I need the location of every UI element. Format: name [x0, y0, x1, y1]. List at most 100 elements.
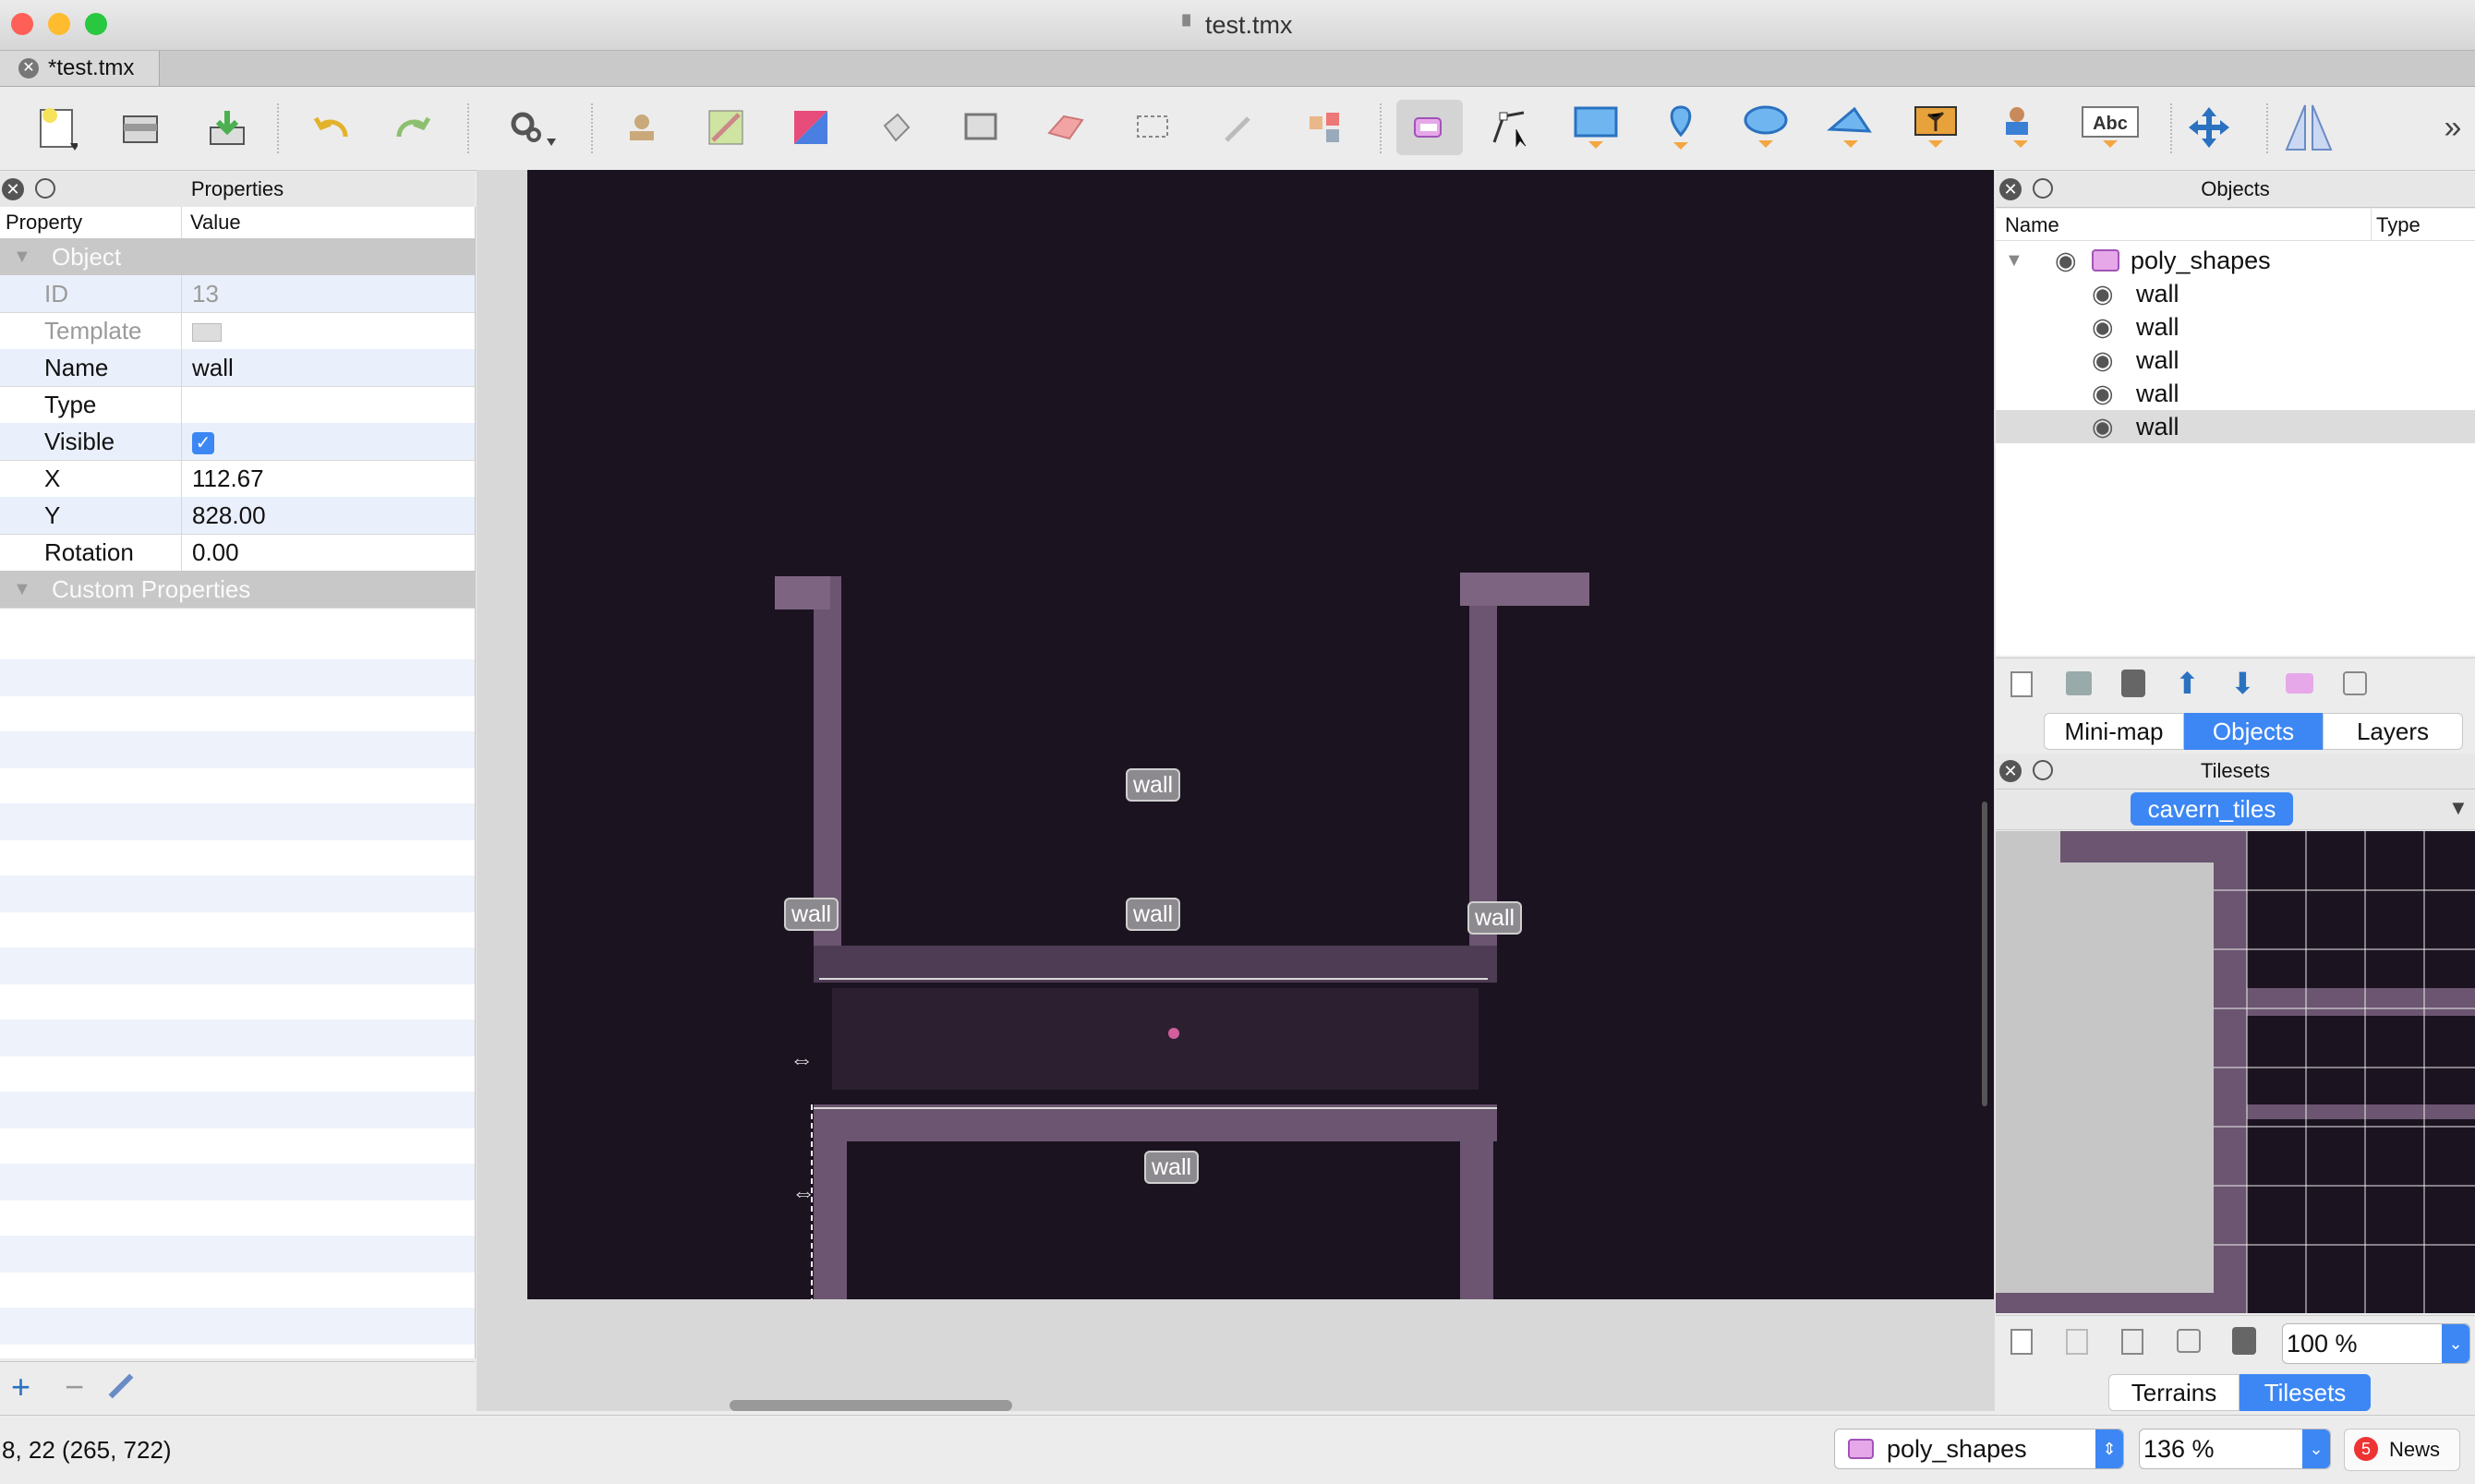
select-same-tile-button[interactable] — [1297, 100, 1352, 155]
group-custom-properties[interactable]: ▼ Custom Properties — [0, 571, 475, 609]
insert-point-button[interactable] — [1653, 100, 1708, 155]
eye-icon[interactable]: ◉ — [2092, 410, 2114, 443]
move-tool-button[interactable] — [2181, 100, 2237, 155]
remove-tileset-icon[interactable] — [2232, 1327, 2256, 1355]
group-object[interactable]: ▼ Object — [0, 238, 475, 276]
insert-tile-button[interactable] — [1908, 100, 1963, 155]
tab-terrains[interactable]: Terrains — [2108, 1374, 2240, 1411]
toolbar-overflow-button[interactable]: » — [2434, 100, 2471, 155]
eye-icon[interactable]: ◉ — [2055, 244, 2077, 277]
move-up-icon[interactable]: ⬆ — [2175, 666, 2200, 701]
flip-button[interactable] — [2281, 100, 2336, 155]
property-value[interactable]: 0.00 — [192, 534, 239, 571]
close-tab-icon[interactable]: ✕ — [18, 58, 39, 78]
add-property-icon[interactable]: + — [11, 1368, 30, 1406]
magic-wand-button[interactable] — [1210, 100, 1265, 155]
property-row-visible[interactable]: Visible ✓ — [0, 423, 475, 461]
remove-property-icon[interactable]: − — [65, 1368, 84, 1406]
property-row-template[interactable]: Template — [0, 312, 475, 350]
close-panel-icon[interactable]: ✕ — [1999, 760, 2022, 782]
new-map-button[interactable] — [30, 100, 85, 155]
stamp-brush-button[interactable] — [613, 100, 669, 155]
terrain-brush-button[interactable] — [698, 100, 754, 155]
insert-polygon-button[interactable] — [1823, 100, 1878, 155]
chevron-down-icon[interactable]: ⌄ — [2302, 1430, 2330, 1468]
property-value[interactable]: wall — [192, 349, 234, 386]
insert-rectangle-button[interactable] — [1568, 100, 1624, 155]
float-panel-icon[interactable] — [2033, 760, 2053, 780]
property-value[interactable]: 112.67 — [192, 460, 264, 497]
bucket-fill-button[interactable] — [868, 100, 924, 155]
resize-handle-icon[interactable]: ⇔ — [790, 1045, 814, 1074]
new-layer-icon[interactable] — [2010, 671, 2033, 697]
edit-polygons-button[interactable] — [1483, 100, 1539, 155]
new-tileset-icon[interactable] — [2010, 1329, 2033, 1355]
layer-select[interactable]: poly_shapes ⇕ — [1834, 1429, 2124, 1469]
object-row-selected[interactable]: ◉ wall — [1996, 410, 2475, 443]
document-tab[interactable]: ✕ *test.tmx — [0, 51, 160, 86]
property-value[interactable]: 828.00 — [192, 497, 266, 534]
visible-checkbox[interactable]: ✓ — [192, 423, 214, 460]
move-down-icon[interactable]: ⬇ — [2230, 666, 2255, 701]
object-label[interactable]: wall — [1144, 1151, 1200, 1184]
layer-row[interactable]: ▼ ◉ poly_shapes — [1996, 244, 2475, 277]
eye-icon[interactable]: ◉ — [2092, 277, 2114, 310]
move-to-layer-icon[interactable] — [2286, 673, 2313, 694]
insert-text-button[interactable]: Abc — [2078, 100, 2143, 155]
tab-tilesets[interactable]: Tilesets — [2240, 1374, 2371, 1411]
zoom-select[interactable]: 136 % ⌄ — [2139, 1429, 2331, 1469]
insert-ellipse-button[interactable] — [1738, 100, 1793, 155]
chevron-down-icon[interactable]: ⌄ — [2442, 1324, 2469, 1363]
property-row-y[interactable]: Y 828.00 — [0, 497, 475, 535]
undo-button[interactable] — [305, 100, 360, 155]
tileset-zoom-combo[interactable]: 100 % ⌄ — [2282, 1323, 2470, 1364]
eye-icon[interactable]: ◉ — [2092, 377, 2114, 410]
tileset-menu-icon[interactable]: ▼ — [2448, 796, 2469, 820]
object-label[interactable]: wall — [1467, 901, 1523, 935]
float-panel-icon[interactable] — [2033, 178, 2053, 199]
select-objects-button[interactable] — [1396, 100, 1463, 155]
open-file-button[interactable] — [113, 100, 168, 155]
tab-mini-map[interactable]: Mini-map — [2044, 713, 2184, 750]
object-row[interactable]: ◉ wall — [1996, 277, 2475, 310]
shape-fill-button[interactable] — [953, 100, 1008, 155]
close-panel-icon[interactable]: ✕ — [2, 178, 24, 200]
object-label[interactable]: wall — [1126, 768, 1181, 802]
eye-icon[interactable]: ◉ — [2092, 344, 2114, 377]
object-row[interactable]: ◉ wall — [1996, 377, 2475, 410]
tileset-properties-icon[interactable] — [2177, 1329, 2201, 1353]
property-row-x[interactable]: X 112.67 — [0, 460, 475, 498]
redo-button[interactable] — [384, 100, 440, 155]
object-label[interactable]: wall — [1126, 898, 1181, 931]
property-row-name[interactable]: Name wall — [0, 349, 475, 387]
property-row-type[interactable]: Type — [0, 386, 475, 424]
rotate-handle-icon[interactable]: ⇔ — [791, 1178, 815, 1207]
property-row-rotation[interactable]: Rotation 0.00 — [0, 534, 475, 572]
export-tileset-icon[interactable] — [2121, 1329, 2143, 1355]
wang-brush-button[interactable] — [783, 100, 839, 155]
object-row[interactable]: ◉ wall — [1996, 344, 2475, 377]
float-panel-icon[interactable] — [35, 178, 55, 199]
tab-layers[interactable]: Layers — [2323, 713, 2463, 750]
rectangular-select-button[interactable] — [1125, 100, 1180, 155]
object-label[interactable]: wall — [784, 898, 839, 931]
commands-button[interactable] — [504, 100, 560, 155]
object-row[interactable]: ◉ wall — [1996, 310, 2475, 344]
horizontal-scrollbar[interactable] — [730, 1400, 1012, 1411]
close-panel-icon[interactable]: ✕ — [1999, 178, 2022, 200]
save-button[interactable] — [199, 100, 255, 155]
up-down-chevron-icon[interactable]: ⇕ — [2095, 1430, 2123, 1468]
expand-triangle-icon[interactable]: ▼ — [2005, 244, 2023, 277]
eye-icon[interactable]: ◉ — [2092, 310, 2114, 344]
object-properties-icon[interactable] — [2343, 671, 2367, 695]
news-button[interactable]: 5 News — [2344, 1429, 2460, 1471]
duplicate-icon[interactable] — [2066, 671, 2092, 695]
insert-template-button[interactable] — [1993, 100, 2048, 155]
rename-property-icon[interactable] — [108, 1373, 134, 1399]
tileset-view[interactable] — [1996, 831, 2475, 1313]
vertical-scrollbar[interactable] — [1982, 802, 1987, 1106]
embed-tileset-icon[interactable] — [2066, 1329, 2088, 1355]
delete-icon[interactable] — [2121, 670, 2145, 697]
tab-objects[interactable]: Objects — [2184, 713, 2323, 750]
tileset-tab[interactable]: cavern_tiles — [2131, 792, 2293, 826]
